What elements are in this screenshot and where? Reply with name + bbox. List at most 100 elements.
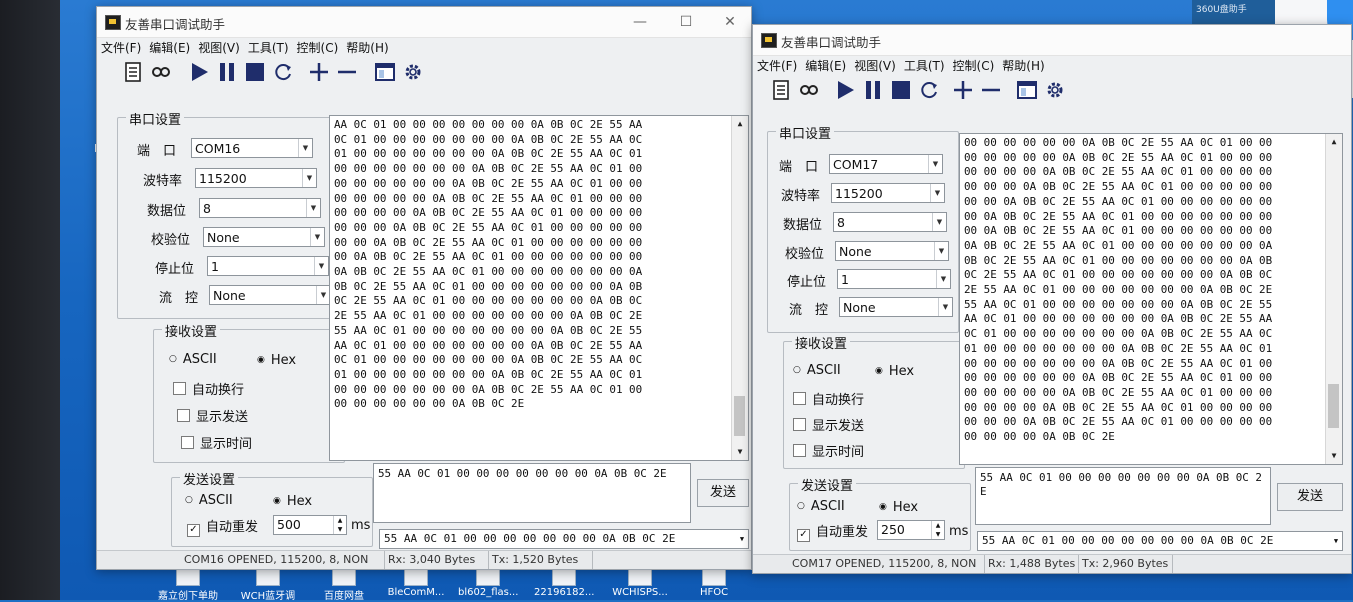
taskbar-item[interactable]: BleComM... <box>386 568 446 600</box>
minus-icon[interactable] <box>979 79 1003 103</box>
receive-line: 00 0A 0B 0C 2E 55 AA 0C 01 00 00 00 00 0… <box>334 250 643 264</box>
auto-wrap-checkbox[interactable]: 自动换行 <box>173 379 244 398</box>
show-time-checkbox[interactable]: 显示时间 <box>181 433 252 452</box>
data-bits-select[interactable]: 8 ▼ <box>833 212 947 232</box>
stop-bits-select[interactable]: 1 ▼ <box>207 256 329 276</box>
receive-scrollbar[interactable]: ▲ ▼ <box>731 116 748 460</box>
send-button[interactable]: 发送 <box>1277 483 1343 511</box>
send-ascii-radio[interactable]: ○ ASCII <box>797 499 845 514</box>
recv-hex-radio[interactable]: ◉ Hex <box>875 364 914 379</box>
taskbar-item[interactable]: 百度网盘 <box>314 568 374 602</box>
recv-hex-radio[interactable]: ◉ Hex <box>257 353 296 368</box>
scroll-up-icon[interactable]: ▲ <box>732 116 748 132</box>
menu-view[interactable]: 视图(V) <box>198 41 240 55</box>
port-select[interactable]: COM16 ▼ <box>191 138 313 158</box>
refresh-icon[interactable] <box>917 79 941 103</box>
scroll-up-icon[interactable]: ▲ <box>1326 134 1342 150</box>
auto-wrap-checkbox[interactable]: 自动换行 <box>793 389 864 408</box>
receive-textarea[interactable]: 00 00 00 00 00 00 0A 0B 0C 2E 55 AA 0C 0… <box>959 133 1343 465</box>
close-button[interactable]: ✕ <box>715 11 745 33</box>
show-time-checkbox[interactable]: 显示时间 <box>793 441 864 460</box>
menu-help[interactable]: 帮助(H) <box>1002 59 1044 73</box>
taskbar-item[interactable]: HFOC <box>684 568 744 600</box>
minimize-button[interactable]: — <box>625 11 655 33</box>
loop-icon[interactable] <box>149 61 173 85</box>
document-icon[interactable] <box>769 79 793 103</box>
menu-edit[interactable]: 编辑(E) <box>149 41 190 55</box>
interval-value: 250 <box>881 522 905 537</box>
title-bar[interactable]: 友善串口调试助手 <box>753 25 1351 56</box>
show-send-checkbox[interactable]: 显示发送 <box>793 415 864 434</box>
menu-control[interactable]: 控制(C) <box>953 59 995 73</box>
gear-icon[interactable] <box>1043 79 1067 103</box>
interval-spinbox[interactable]: 250 ▲ ▼ <box>877 520 945 540</box>
receive-line: AA 0C 01 00 00 00 00 00 00 00 0A 0B 0C 2… <box>964 312 1273 326</box>
window-icon[interactable] <box>1015 79 1039 103</box>
baud-select[interactable]: 115200 ▼ <box>831 183 945 203</box>
taskbar-item[interactable]: 嘉立创下单助 <box>158 568 218 602</box>
taskbar-item[interactable]: WCH蓝牙调 <box>238 568 298 602</box>
flow-select[interactable]: None ▼ <box>839 297 953 317</box>
taskbar-item[interactable]: 22196182... <box>534 568 594 600</box>
send-textarea[interactable]: 55 AA 0C 01 00 00 00 00 00 00 00 0A 0B 0… <box>373 463 691 523</box>
flow-select[interactable]: None ▼ <box>209 285 331 305</box>
plus-icon[interactable] <box>307 61 331 85</box>
recv-ascii-radio[interactable]: ○ ASCII <box>169 352 217 367</box>
plus-icon[interactable] <box>951 79 975 103</box>
receive-line: 0A 0B 0C 2E 55 AA 0C 01 00 00 00 00 00 0… <box>334 265 643 279</box>
recv-ascii-radio[interactable]: ○ ASCII <box>793 363 841 378</box>
taskbar-item[interactable]: bl602_flas... <box>458 568 518 600</box>
menu-edit[interactable]: 编辑(E) <box>805 59 846 73</box>
taskbar-item[interactable]: WCHISPS... <box>610 568 670 600</box>
send-hex-radio[interactable]: ◉ Hex <box>879 500 918 515</box>
send-hex-radio[interactable]: ◉ Hex <box>273 494 312 509</box>
auto-repeat-checkbox[interactable]: ✓ 自动重发 <box>797 521 868 542</box>
maximize-button[interactable]: ☐ <box>671 11 701 33</box>
title-bar[interactable]: 友善串口调试助手 — ☐ ✕ <box>97 7 751 38</box>
play-icon[interactable] <box>833 79 857 103</box>
pause-icon[interactable] <box>215 61 239 85</box>
minus-icon[interactable] <box>335 61 359 85</box>
receive-line: 2E 55 AA 0C 01 00 00 00 00 00 00 00 0A 0… <box>964 283 1273 297</box>
stop-icon[interactable] <box>243 61 267 85</box>
send-button[interactable]: 发送 <box>697 479 749 507</box>
send-history-combo[interactable]: 55 AA 0C 01 00 00 00 00 00 00 00 0A 0B 0… <box>379 529 749 549</box>
refresh-icon[interactable] <box>271 61 295 85</box>
receive-line: 00 00 00 0A 0B 0C 2E 55 AA 0C 01 00 00 0… <box>334 220 643 234</box>
receive-scrollbar[interactable]: ▲ ▼ <box>1325 134 1342 464</box>
stop-icon[interactable] <box>889 79 913 103</box>
port-select[interactable]: COM17 ▼ <box>829 154 943 174</box>
pause-icon[interactable] <box>861 79 885 103</box>
send-history-combo[interactable]: 55 AA 0C 01 00 00 00 00 00 00 00 0A 0B 0… <box>977 531 1343 551</box>
parity-select[interactable]: None ▼ <box>835 241 949 261</box>
scroll-thumb[interactable] <box>1328 384 1339 428</box>
serial-window-com16: 友善串口调试助手 — ☐ ✕ 文件(F) 编辑(E) 视图(V) 工具(T) 控制(C)… <box>96 6 752 570</box>
scroll-thumb[interactable] <box>734 396 745 436</box>
menu-file[interactable]: 文件(F) <box>757 59 797 73</box>
send-ascii-radio[interactable]: ○ ASCII <box>185 493 233 508</box>
menu-help[interactable]: 帮助(H) <box>346 41 388 55</box>
receive-textarea[interactable]: AA 0C 01 00 00 00 00 00 00 00 0A 0B 0C 2… <box>329 115 749 461</box>
menu-file[interactable]: 文件(F) <box>101 41 141 55</box>
checkbox-checked-icon: ✓ <box>187 524 200 537</box>
toolbar <box>97 58 751 88</box>
menu-view[interactable]: 视图(V) <box>854 59 896 73</box>
menu-tools[interactable]: 工具(T) <box>904 59 945 73</box>
interval-spinbox[interactable]: 500 ▲ ▼ <box>273 515 347 535</box>
gear-icon[interactable] <box>401 61 425 85</box>
baud-select[interactable]: 115200 ▼ <box>195 168 317 188</box>
parity-select[interactable]: None ▼ <box>203 227 325 247</box>
play-icon[interactable] <box>187 61 211 85</box>
show-send-checkbox[interactable]: 显示发送 <box>177 406 248 425</box>
stop-bits-select[interactable]: 1 ▼ <box>837 269 951 289</box>
data-bits-select[interactable]: 8 ▼ <box>199 198 321 218</box>
loop-icon[interactable] <box>797 79 821 103</box>
scroll-down-icon[interactable]: ▼ <box>1326 448 1342 464</box>
auto-repeat-checkbox[interactable]: ✓ 自动重发 <box>187 516 258 537</box>
window-icon[interactable] <box>373 61 397 85</box>
scroll-down-icon[interactable]: ▼ <box>732 444 748 460</box>
menu-control[interactable]: 控制(C) <box>297 41 339 55</box>
menu-tools[interactable]: 工具(T) <box>248 41 289 55</box>
send-textarea[interactable]: 55 AA 0C 01 00 00 00 00 00 00 00 0A 0B 0… <box>975 467 1271 525</box>
document-icon[interactable] <box>121 61 145 85</box>
